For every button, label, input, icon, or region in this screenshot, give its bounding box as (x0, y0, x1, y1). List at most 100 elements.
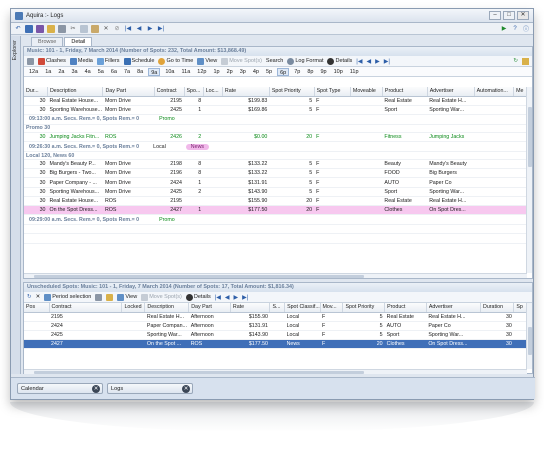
period-selection-button[interactable]: Period selection (44, 293, 91, 301)
hour-button-7a[interactable]: 7a (122, 68, 132, 76)
hour-button-2a[interactable]: 2a (56, 68, 66, 76)
hour-button-3a[interactable]: 3a (69, 68, 79, 76)
unscheduled-vscrollbar[interactable] (526, 303, 532, 369)
tab-detail[interactable]: Detail (64, 37, 93, 46)
save-all-icon[interactable] (36, 24, 44, 33)
first-record-icon[interactable]: |◀ (356, 58, 362, 65)
hour-button-4p[interactable]: 4p (251, 68, 261, 76)
last-record-icon[interactable]: ▶| (242, 294, 248, 301)
refresh-button[interactable]: ↻ (27, 294, 32, 300)
open-icon[interactable] (47, 24, 55, 33)
view-button[interactable]: View (117, 293, 137, 301)
hour-button-1p[interactable]: 1p (211, 68, 221, 76)
unscheduled-row[interactable]: 2427 On the Spot ... ROS $177.50 News F 20 Clot… (24, 339, 527, 350)
column-header[interactable]: Mov... (320, 303, 344, 313)
column-header[interactable]: Contract (154, 87, 185, 97)
cancel-icon[interactable]: ⊘ (113, 25, 121, 33)
hour-button-3p[interactable]: 3p (238, 68, 248, 76)
hour-button-11p[interactable]: 11p (348, 68, 361, 76)
prev-icon[interactable]: ◀ (135, 25, 143, 33)
hour-button-11a[interactable]: 11a (180, 68, 193, 76)
hour-button-2p[interactable]: 2p (225, 68, 235, 76)
log-row[interactable]: 30 On the Spot Dress... ROS 2427 1 $177.50 20 F… (24, 205, 527, 216)
column-header[interactable]: Duration (480, 303, 515, 313)
column-header[interactable]: Contract (49, 303, 123, 313)
doc-tab-calendar[interactable]: Calendar ✕ (17, 383, 103, 394)
unscheduled-row[interactable]: 2195 Real Estate H... Afternoon $155.90 Loca… (24, 312, 527, 322)
print-button[interactable] (27, 57, 34, 65)
paste-icon[interactable] (91, 24, 99, 33)
hour-button-7p[interactable]: 7p (292, 68, 302, 76)
hour-button-6a[interactable]: 6a (109, 68, 119, 76)
lock-button[interactable] (106, 293, 114, 301)
details-button[interactable]: Details (185, 293, 211, 301)
search-button[interactable]: Search (266, 58, 283, 64)
column-header[interactable]: S... (269, 303, 286, 313)
unscheduled-vscroll-thumb[interactable] (528, 327, 532, 355)
column-header[interactable]: Description (144, 303, 190, 313)
delete-button[interactable]: ✕ (36, 294, 41, 300)
column-header[interactable]: Moveable (350, 87, 383, 97)
column-header[interactable]: Me (513, 87, 527, 97)
forward-icon[interactable]: ▶ (500, 25, 508, 33)
column-header[interactable]: Advertiser (426, 303, 482, 313)
column-header[interactable]: Dur... (24, 87, 48, 97)
hour-button-9a[interactable]: 9a (148, 67, 161, 76)
copy-icon[interactable] (80, 24, 88, 33)
move-spots-button[interactable]: Move Spot(s) (221, 57, 262, 65)
log-row[interactable]: 30 Jumping Jacks Fitn... ROS 2426 2 $0.00 20 F F… (24, 132, 527, 143)
cut-icon[interactable]: ✂ (69, 25, 77, 33)
hour-button-8a[interactable]: 8a (135, 68, 145, 76)
hour-button-12a[interactable]: 12a (27, 68, 40, 76)
next-record-icon[interactable]: ▶ (234, 294, 239, 301)
save-icon[interactable] (25, 24, 33, 33)
goto-time-button[interactable]: Go to Time (158, 57, 193, 65)
column-header[interactable]: Sp (513, 303, 527, 313)
hour-button-9p[interactable]: 9p (318, 68, 328, 76)
log-row[interactable]: 30 Real Estate House... ROS 2195 $155.90 20 F R… (24, 196, 527, 207)
unscheduled-row[interactable]: 2425 Sporting War... Afternoon $143.90 Local… (24, 330, 527, 341)
column-header[interactable]: Spot Type (314, 87, 351, 97)
maximize-button[interactable]: □ (503, 11, 515, 20)
first-record-icon[interactable]: |◀ (215, 294, 221, 301)
hour-button-12p[interactable]: 12p (195, 68, 208, 76)
hour-button-10p[interactable]: 10p (332, 68, 345, 76)
column-header[interactable]: Loc... (203, 87, 223, 97)
view-button[interactable]: View (197, 57, 217, 65)
log-hscrollbar[interactable] (24, 273, 527, 278)
prev-record-icon[interactable]: ◀ (225, 294, 230, 301)
last-record-icon[interactable]: ▶| (384, 58, 390, 65)
delete-icon[interactable]: ✕ (102, 25, 110, 33)
next-record-icon[interactable]: ▶ (375, 58, 380, 65)
column-header[interactable]: Automation... (474, 87, 515, 97)
clashes-button[interactable]: Clashes (38, 57, 66, 65)
unscheduled-hscrollbar[interactable] (24, 369, 527, 374)
log-row[interactable]: 30 Sporting Warehouse... Morn Drive 2425 1 $1… (24, 105, 527, 115)
move-spots-button[interactable]: Move Spot(s) (141, 293, 182, 301)
close-button[interactable]: ✕ (517, 11, 529, 20)
close-tab-icon[interactable]: ✕ (92, 385, 100, 393)
hour-button-1a[interactable]: 1a (43, 68, 53, 76)
column-header[interactable]: Product (382, 87, 428, 97)
fillers-button[interactable]: Fillers (96, 57, 120, 65)
column-header[interactable]: Spot Priority (269, 87, 315, 97)
hour-button-4a[interactable]: 4a (83, 68, 93, 76)
log-row[interactable]: 30 Mandy's Beauty P... Morn Drive 2198 8 $133… (24, 159, 527, 170)
first-icon[interactable]: |◀ (124, 25, 132, 33)
hour-button-6p[interactable]: 6p (277, 67, 290, 76)
explorer-sidebar[interactable]: Explorer (11, 36, 21, 374)
unscheduled-row[interactable]: 2424 Paper Compan... Afternoon $131.91 Local… (24, 321, 527, 331)
column-header[interactable]: Spot Priority (342, 303, 386, 313)
hour-button-10a[interactable]: 10a (163, 68, 176, 76)
column-header[interactable]: Day Part (102, 87, 155, 97)
schedule-button[interactable]: Schedule (123, 57, 154, 65)
column-header[interactable]: Product (384, 303, 427, 313)
column-header[interactable]: Locked (121, 303, 146, 313)
minimize-button[interactable]: – (489, 11, 501, 20)
log-row[interactable]: 30 Sporting Warehous... Morn Drive 2425 2 $14… (24, 187, 527, 197)
hour-button-8p[interactable]: 8p (305, 68, 315, 76)
print-icon[interactable] (58, 24, 66, 33)
export-icon[interactable] (522, 57, 529, 65)
next-icon[interactable]: ▶ (146, 25, 154, 33)
prev-record-icon[interactable]: ◀ (366, 58, 371, 65)
